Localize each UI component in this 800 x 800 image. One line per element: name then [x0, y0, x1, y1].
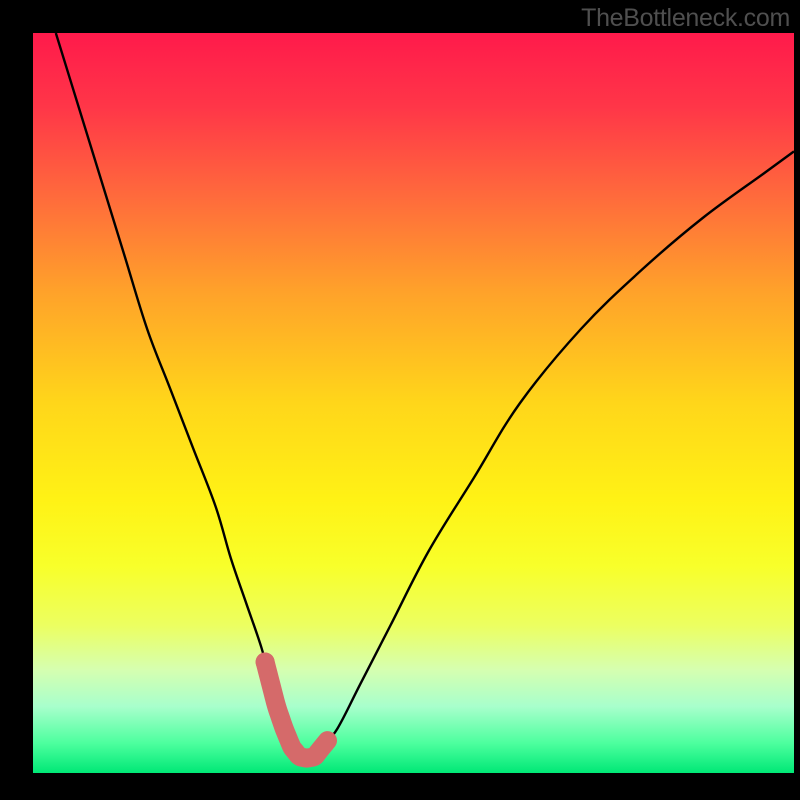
- gradient-background: [33, 33, 794, 773]
- bottleneck-chart: [33, 33, 794, 773]
- plot-area: [33, 33, 794, 773]
- curve-marker-dot: [256, 653, 275, 672]
- watermark-text: TheBottleneck.com: [581, 4, 790, 33]
- chart-frame: TheBottleneck.com: [0, 0, 800, 800]
